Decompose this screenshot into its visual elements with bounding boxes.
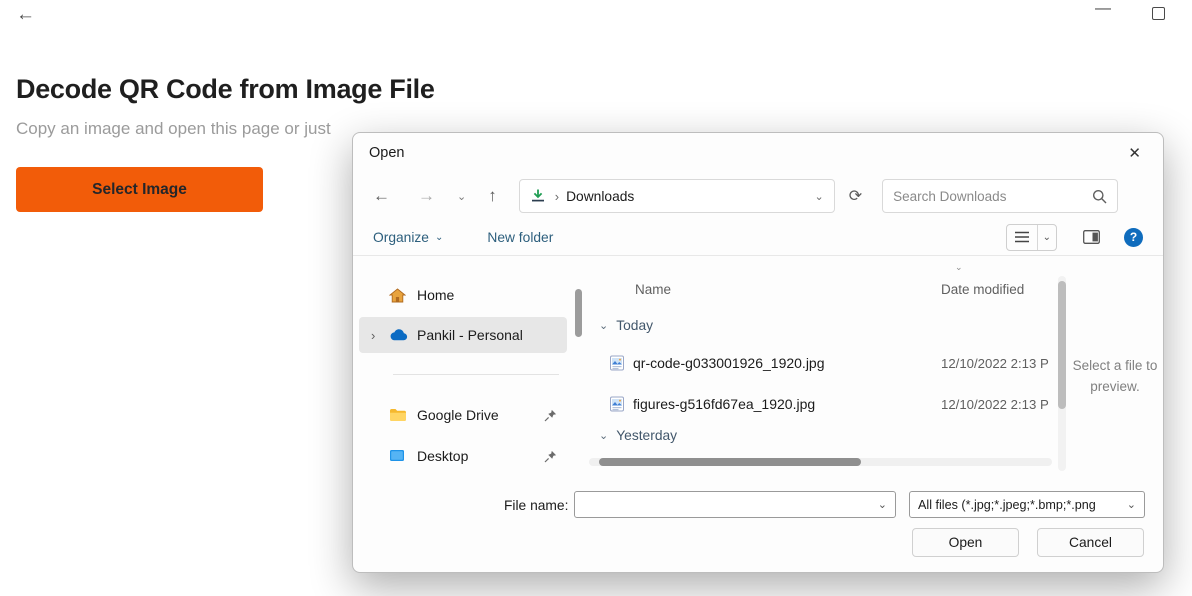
- sidebar-item-onedrive-personal[interactable]: › Pankil - Personal: [359, 317, 567, 353]
- preview-empty-text: Select a file to preview.: [1069, 356, 1161, 398]
- file-list: ⌄ Name Date modified ⌄ Today qr-code-g03…: [589, 256, 1056, 488]
- dialog-title: Open: [369, 145, 404, 161]
- new-folder-button[interactable]: New folder: [487, 230, 553, 245]
- maximize-icon[interactable]: [1152, 7, 1165, 20]
- select-image-button[interactable]: Select Image: [16, 167, 263, 212]
- file-name: qr-code-g033001926_1920.jpg: [633, 355, 825, 371]
- file-type-dropdown-icon[interactable]: ⌄: [1119, 498, 1144, 511]
- search-icon[interactable]: [1092, 189, 1107, 204]
- file-name-combobox: ⌄: [574, 491, 896, 518]
- file-row[interactable]: qr-code-g033001926_1920.jpg 12/10/2022 2…: [609, 346, 1056, 380]
- group-label: Yesterday: [616, 428, 677, 443]
- home-icon: [389, 288, 417, 303]
- nav-up-icon[interactable]: ↑: [488, 186, 497, 206]
- organize-button[interactable]: Organize ⌄: [373, 230, 443, 245]
- sidebar-item-home[interactable]: Home: [359, 277, 567, 313]
- file-name-input[interactable]: [575, 497, 870, 512]
- refresh-icon[interactable]: ⟳: [849, 186, 862, 206]
- minimize-icon[interactable]: —: [1095, 0, 1111, 18]
- folder-icon: [389, 408, 417, 422]
- sidebar-item-label: Pankil - Personal: [417, 327, 523, 343]
- sidebar-item-google-drive[interactable]: Google Drive: [359, 397, 567, 433]
- sidebar-item-label: Home: [417, 287, 454, 303]
- column-header-date-modified[interactable]: Date modified: [941, 282, 1024, 297]
- group-label: Today: [616, 318, 653, 333]
- organize-dropdown-icon: ⌄: [435, 232, 443, 243]
- sidebar-divider: [393, 374, 559, 375]
- list-view-icon[interactable]: [1007, 225, 1037, 250]
- image-file-icon: [609, 355, 625, 371]
- breadcrumb-chevron-icon: ›: [555, 189, 559, 204]
- file-date-modified: 12/10/2022 2:13 P: [941, 356, 1056, 371]
- preview-pane: Select a file to preview.: [1069, 256, 1161, 488]
- sidebar-item-label: Desktop: [417, 448, 468, 464]
- help-icon[interactable]: ?: [1124, 228, 1143, 247]
- new-folder-label: New folder: [487, 230, 553, 245]
- file-list-scrollbar[interactable]: [1058, 276, 1066, 471]
- onedrive-cloud-icon: [389, 329, 417, 341]
- dialog-toolbar: Organize ⌄ New folder ⌄ ?: [353, 219, 1163, 255]
- preview-pane-toggle-icon[interactable]: [1083, 230, 1100, 244]
- pin-icon: [544, 409, 557, 422]
- group-collapse-icon[interactable]: ⌄: [599, 429, 608, 442]
- file-name: figures-g516fd67ea_1920.jpg: [633, 396, 815, 412]
- dialog-titlebar: Open ✕: [353, 133, 1163, 173]
- pin-icon: [544, 450, 557, 463]
- desktop-icon: [389, 449, 417, 463]
- search-box: [882, 179, 1118, 213]
- page-subtitle: Copy an image and open this page or just: [16, 119, 331, 139]
- downloads-icon: [530, 188, 548, 204]
- dialog-footer: File name: ⌄ All files (*.jpg;*.jpeg;*.b…: [353, 486, 1163, 572]
- image-file-icon: [609, 396, 625, 412]
- sidebar-item-label: Google Drive: [417, 407, 499, 423]
- horizontal-scrollbar-thumb[interactable]: [599, 458, 861, 466]
- nav-recent-locations-icon[interactable]: ⌄: [457, 190, 466, 203]
- breadcrumb-downloads[interactable]: Downloads: [566, 189, 634, 204]
- group-collapse-icon[interactable]: ⌄: [599, 319, 608, 332]
- browser-back-icon[interactable]: ←: [16, 4, 35, 26]
- file-row[interactable]: figures-g516fd67ea_1920.jpg 12/10/2022 2…: [609, 387, 1056, 421]
- file-type-select[interactable]: All files (*.jpg;*.jpeg;*.bmp;*.png ⌄: [909, 491, 1145, 518]
- close-icon[interactable]: ✕: [1122, 142, 1147, 164]
- sidebar-scrollbar-thumb[interactable]: [575, 289, 582, 337]
- file-name-label: File name:: [504, 498, 568, 513]
- address-bar[interactable]: › Downloads ⌄: [519, 179, 835, 213]
- file-date-modified: 12/10/2022 2:13 P: [941, 397, 1056, 412]
- organize-label: Organize: [373, 230, 429, 245]
- horizontal-scrollbar[interactable]: [589, 458, 1052, 466]
- open-file-dialog: Open ✕ ← → ⌄ ↑ › Downloads ⌄ ⟳ Organize …: [352, 132, 1164, 573]
- column-header-name[interactable]: Name: [635, 282, 671, 297]
- group-header-today[interactable]: ⌄ Today: [599, 318, 653, 333]
- view-mode-button[interactable]: ⌄: [1006, 224, 1057, 251]
- dialog-body: Home › Pankil - Personal Google Drive: [353, 256, 1163, 488]
- sidebar-item-desktop[interactable]: Desktop: [359, 438, 567, 474]
- file-type-value: All files (*.jpg;*.jpeg;*.bmp;*.png: [910, 498, 1119, 512]
- group-header-yesterday[interactable]: ⌄ Yesterday: [599, 428, 677, 443]
- view-mode-dropdown-icon[interactable]: ⌄: [1037, 225, 1056, 250]
- address-dropdown-icon[interactable]: ⌄: [815, 190, 824, 203]
- chevron-right-icon[interactable]: ›: [359, 328, 389, 343]
- open-button[interactable]: Open: [912, 528, 1019, 557]
- search-input[interactable]: [893, 189, 1092, 204]
- sort-indicator-icon: ⌄: [955, 262, 963, 273]
- cancel-button[interactable]: Cancel: [1037, 528, 1144, 557]
- page-title: Decode QR Code from Image File: [16, 74, 435, 105]
- file-list-scrollbar-thumb[interactable]: [1058, 281, 1066, 409]
- navigation-row: ← → ⌄ ↑ › Downloads ⌄ ⟳: [353, 173, 1163, 219]
- nav-back-icon[interactable]: ←: [373, 186, 390, 206]
- file-name-dropdown-icon[interactable]: ⌄: [870, 498, 895, 511]
- nav-forward-icon[interactable]: →: [418, 186, 435, 206]
